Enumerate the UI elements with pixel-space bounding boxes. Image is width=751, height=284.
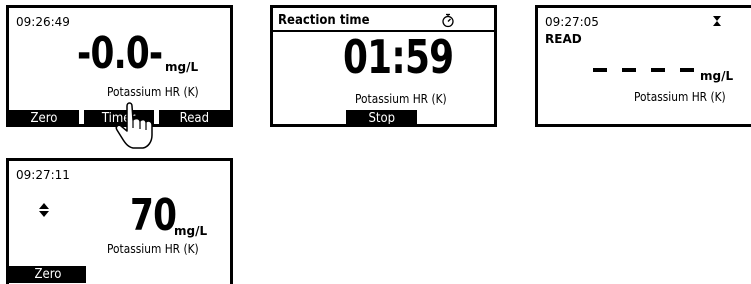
parameter-label: Potassium HR (K) [634, 89, 726, 104]
zero-softkey[interactable]: Zero [9, 266, 86, 283]
up-down-arrows-icon [39, 203, 49, 217]
placeholder-dash [680, 68, 694, 72]
pointing-hand-icon [115, 102, 153, 149]
clock-time: 09:26:49 [16, 15, 70, 29]
display-screen-result: 09:27:11 70 mg/L Potassium HR (K) Zero [6, 158, 233, 284]
hourglass-icon [713, 16, 721, 26]
display-screen-read: 09:27:05 READ mg/L Potassium HR (K) [535, 5, 751, 127]
read-status: READ [545, 32, 582, 46]
measurement-value: -0.0- [77, 28, 163, 79]
unit-label: mg/L [165, 60, 199, 74]
stop-softkey[interactable]: Stop [346, 110, 417, 124]
read-softkey[interactable]: Read [159, 110, 230, 124]
unit-label: mg/L [174, 224, 208, 238]
unit-label: mg/L [700, 69, 734, 83]
stopwatch-icon [442, 13, 454, 28]
clock-time: 09:27:05 [545, 15, 599, 29]
display-screen-reaction-time: Reaction time 01:59 Potassium HR (K) Sto… [270, 5, 497, 127]
placeholder-dash [622, 68, 636, 72]
parameter-label: Potassium HR (K) [107, 84, 199, 99]
clock-time: 09:27:11 [16, 168, 70, 182]
countdown-value: 01:59 [343, 30, 454, 84]
parameter-label: Potassium HR (K) [355, 91, 447, 106]
measurement-value: 70 [130, 190, 177, 241]
zero-softkey[interactable]: Zero [9, 110, 79, 124]
screen-title: Reaction time [278, 13, 370, 28]
placeholder-dash [651, 68, 665, 72]
placeholder-dash [593, 68, 607, 72]
parameter-label: Potassium HR (K) [107, 241, 199, 256]
